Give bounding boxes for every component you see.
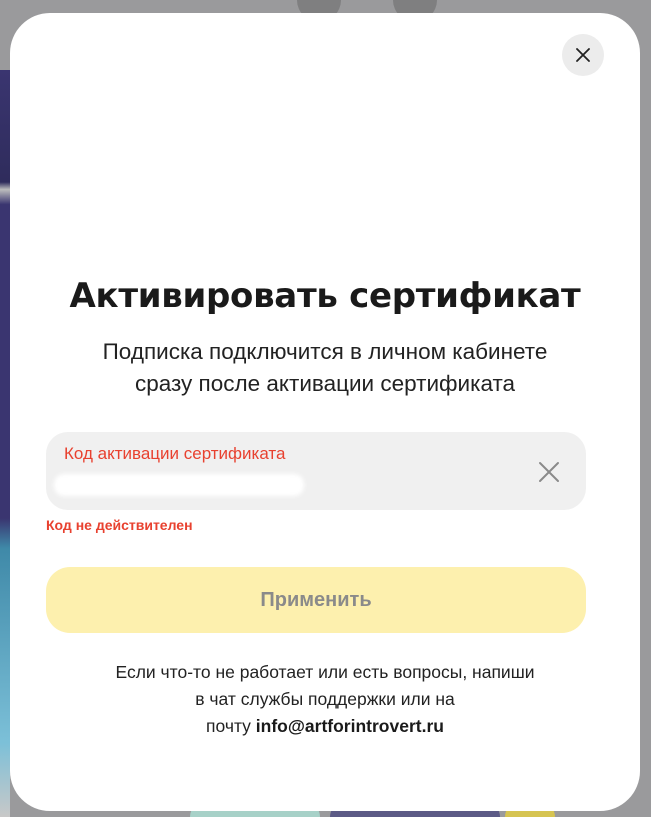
support-email-prefix: почту xyxy=(206,716,256,736)
support-line: в чат службы поддержки или на xyxy=(195,689,455,709)
support-text: Если что-то не работает или есть вопросы… xyxy=(70,659,580,740)
dialog-subtitle: Подписка подключится в личном кабинете с… xyxy=(50,336,600,400)
support-line: Если что-то не работает или есть вопросы… xyxy=(115,662,535,682)
code-error-message: Код не действителен xyxy=(46,517,193,533)
subtitle-line: сразу после активации сертификата xyxy=(134,371,516,396)
clear-input-button[interactable] xyxy=(536,459,562,485)
subtitle-line: Подписка подключится в личном кабинете xyxy=(102,339,548,364)
activation-code-input[interactable] xyxy=(56,470,356,494)
close-icon xyxy=(539,462,559,482)
activation-code-label: Код активации сертификата xyxy=(64,444,286,463)
activate-certificate-dialog: Активировать сертификат Подписка подключ… xyxy=(10,13,640,811)
support-line: почту info@artforintrovert.ru xyxy=(70,713,580,740)
apply-button[interactable]: Применить xyxy=(46,567,586,633)
background-page-edge xyxy=(0,70,10,817)
close-button[interactable] xyxy=(562,34,604,76)
dialog-title: Активировать сертификат xyxy=(69,276,581,316)
activation-code-field[interactable]: Код активации сертификата xyxy=(46,432,586,510)
support-email-link[interactable]: info@artforintrovert.ru xyxy=(256,716,444,736)
close-icon xyxy=(576,48,590,62)
